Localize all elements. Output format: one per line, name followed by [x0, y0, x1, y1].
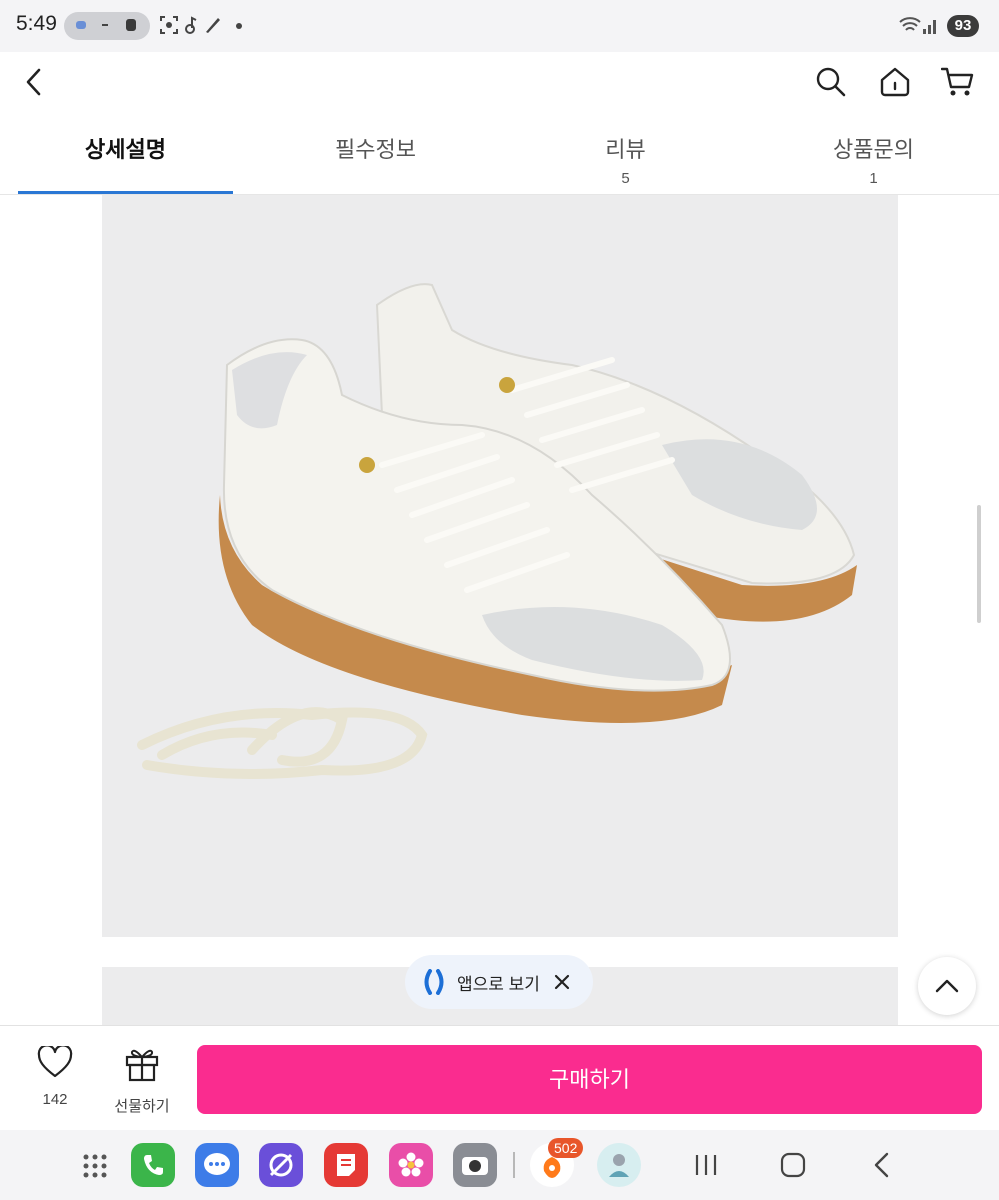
buy-button[interactable]: 구매하기 — [197, 1045, 982, 1114]
notes-app-icon[interactable] — [324, 1143, 368, 1187]
app-drawer-icon[interactable] — [82, 1153, 108, 1179]
back-button[interactable] — [12, 60, 56, 104]
scrollbar[interactable] — [977, 505, 981, 623]
gift-icon — [125, 1049, 159, 1082]
tab-reviews[interactable]: 리뷰 5 — [518, 110, 733, 195]
phone-app-icon[interactable] — [131, 1143, 175, 1187]
app-logo-icon — [424, 969, 444, 995]
product-image — [102, 195, 898, 937]
camera-app-icon[interactable] — [453, 1143, 497, 1187]
signal-icon — [923, 20, 936, 34]
bottom-action-bar: 142 선물하기 구매하기 — [0, 1025, 999, 1130]
home-button[interactable] — [873, 60, 917, 104]
search-icon — [816, 67, 846, 97]
gift-label: 선물하기 — [114, 1098, 170, 1115]
tab-count: 5 — [621, 170, 630, 187]
notification-icon — [126, 19, 136, 31]
open-in-app-banner[interactable]: 앱으로 보기 — [405, 955, 593, 1009]
tab-label: 상세설명 — [85, 137, 166, 162]
wishlist-button[interactable]: 142 — [25, 1044, 85, 1116]
tab-inquiries[interactable]: 상품문의 1 — [766, 110, 981, 195]
scroll-to-top-button[interactable] — [918, 957, 976, 1015]
back-nav-icon[interactable] — [870, 1150, 892, 1180]
dock-separator — [513, 1152, 515, 1178]
notification-icon — [76, 21, 86, 29]
battery-indicator: 93 — [947, 15, 979, 37]
tab-label: 리뷰 — [605, 137, 646, 162]
gift-button[interactable]: 선물하기 — [106, 1046, 178, 1116]
status-bar: 5:49 93 — [0, 0, 999, 52]
cart-icon — [941, 67, 974, 96]
community-app-icon[interactable] — [597, 1143, 641, 1187]
notification-pill — [64, 12, 150, 40]
tab-count: 1 — [869, 170, 878, 187]
app-header — [0, 52, 999, 110]
wifi-icon — [899, 17, 921, 31]
screenshot-icon — [160, 16, 178, 34]
cart-button[interactable] — [936, 60, 980, 104]
status-time: 5:49 — [16, 12, 57, 35]
tab-detail[interactable]: 상세설명 — [18, 110, 233, 195]
music-icon — [185, 16, 197, 34]
recent-apps-icon[interactable] — [694, 1150, 718, 1180]
system-dock: 502 — [0, 1130, 999, 1200]
pen-icon — [206, 18, 220, 33]
search-button[interactable] — [809, 60, 853, 104]
active-tab-indicator — [18, 191, 233, 194]
dash-icon — [102, 24, 108, 26]
status-right: 93 — [899, 12, 979, 40]
dot-icon — [236, 23, 242, 29]
notification-badge: 502 — [548, 1138, 584, 1158]
home-nav-icon[interactable] — [780, 1150, 806, 1180]
close-icon[interactable] — [554, 974, 570, 990]
detail-tabs: 상세설명 필수정보 리뷰 5 상품문의 1 — [0, 110, 999, 195]
home-icon — [880, 67, 910, 97]
tab-label: 필수정보 — [335, 137, 416, 162]
open-in-app-label: 앱으로 보기 — [457, 974, 540, 994]
tab-label: 상품문의 — [833, 137, 914, 162]
messages-app-icon[interactable] — [195, 1143, 239, 1187]
tab-required-info[interactable]: 필수정보 — [268, 110, 483, 195]
chevron-left-icon — [26, 68, 41, 96]
wishlist-count: 142 — [42, 1091, 68, 1108]
chevron-up-icon — [935, 979, 959, 993]
product-detail-content[interactable]: 앱으로 보기 — [0, 195, 999, 1025]
gallery-app-icon[interactable] — [389, 1143, 433, 1187]
sneaker-illustration — [137, 283, 857, 779]
browser-app-icon[interactable] — [259, 1143, 303, 1187]
heart-icon — [37, 1044, 73, 1078]
